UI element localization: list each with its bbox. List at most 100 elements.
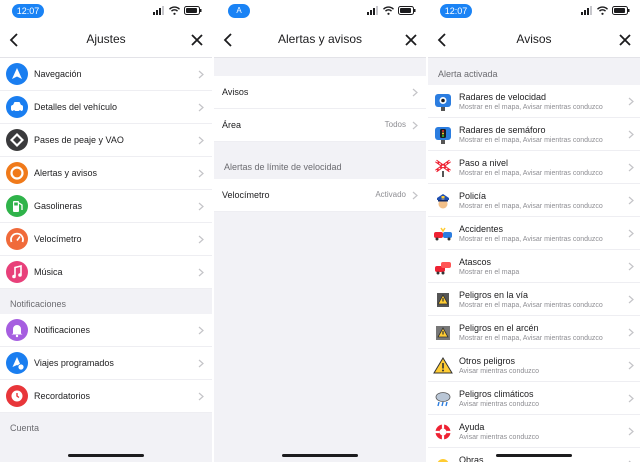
section-header-active: Alerta activada bbox=[438, 69, 498, 79]
row-value: Todos bbox=[384, 120, 406, 129]
car-icon bbox=[6, 96, 28, 118]
signal-icon bbox=[367, 6, 378, 15]
toll-diamond-icon bbox=[6, 129, 28, 151]
nav-bar: Ajustes bbox=[0, 22, 212, 58]
settings-item-alertas-y-avisos[interactable]: Alertas y avisos bbox=[0, 157, 212, 190]
chevron-right-icon bbox=[198, 202, 204, 211]
chevron-right-icon bbox=[412, 191, 418, 200]
status-time: 12:07 bbox=[440, 4, 472, 18]
chevron-right-icon bbox=[628, 163, 634, 172]
settings-item-recordatorios[interactable]: Recordatorios bbox=[0, 380, 212, 413]
wifi-icon bbox=[597, 6, 608, 15]
avisos-row[interactable]: Avisos bbox=[214, 76, 426, 109]
scheduled-trip-icon bbox=[6, 352, 28, 374]
settings-item-pases-de-peaje-y-vao[interactable]: Pases de peaje y VAO bbox=[0, 124, 212, 157]
chevron-right-icon bbox=[628, 130, 634, 139]
alerts-settings-list: Avisos Área Todos Alertas de límite de v… bbox=[214, 58, 426, 462]
speed-camera-icon bbox=[435, 94, 451, 111]
alert-item[interactable]: Otros peligros Avisar mientras conduzco bbox=[428, 349, 640, 382]
alert-item[interactable]: Accidentes Mostrar en el mapa, Avisar mie… bbox=[428, 217, 640, 250]
alert-title: Radares de velocidad bbox=[459, 92, 547, 102]
settings-item-gasolineras[interactable]: Gasolineras bbox=[0, 190, 212, 223]
battery-icon bbox=[398, 6, 416, 15]
alert-item[interactable]: Policía Mostrar en el mapa, Avisar mientr… bbox=[428, 184, 640, 217]
alert-title: Peligros climáticos bbox=[459, 389, 534, 399]
page-title: Ajustes bbox=[86, 32, 126, 46]
chevron-right-icon bbox=[628, 196, 634, 205]
settings-list: Navegación Detalles del vehículo Pases de … bbox=[0, 58, 212, 462]
navigation-arrow-icon bbox=[6, 63, 28, 85]
system-icons bbox=[581, 6, 630, 15]
settings-item-musica[interactable]: Música bbox=[0, 256, 212, 289]
signal-icon bbox=[581, 6, 592, 15]
chevron-right-icon bbox=[198, 326, 204, 335]
alert-subtitle: Avisar mientras conduzco bbox=[459, 368, 540, 375]
alert-title: Ayuda bbox=[459, 422, 485, 432]
status-bar: 12:07 bbox=[0, 0, 212, 22]
alert-item[interactable]: Paso a nivel Mostrar en el mapa, Avisar m… bbox=[428, 151, 640, 184]
alert-subtitle: Mostrar en el mapa, Avisar mientras cond… bbox=[459, 137, 603, 144]
battery-icon bbox=[184, 6, 202, 15]
chevron-right-icon bbox=[198, 359, 204, 368]
home-indicator bbox=[496, 454, 572, 457]
alert-item[interactable]: Radares de velocidad Mostrar en el mapa, … bbox=[428, 85, 640, 118]
settings-item-detalles-del-vehiculo[interactable]: Detalles del vehículo bbox=[0, 91, 212, 124]
alert-title: Obras bbox=[459, 455, 484, 462]
alert-item[interactable]: Atascos Mostrar en el mapa bbox=[428, 250, 640, 283]
wifi-icon bbox=[383, 6, 394, 15]
alert-subtitle: Mostrar en el mapa, Avisar mientras cond… bbox=[459, 104, 603, 111]
alert-title: Policía bbox=[459, 191, 487, 201]
alert-title: Paso a nivel bbox=[459, 158, 509, 168]
alert-title: Peligros en el arcén bbox=[459, 323, 539, 333]
settings-item-velocimetro[interactable]: Velocímetro bbox=[0, 223, 212, 256]
section-header-notifications: Notificaciones bbox=[10, 299, 67, 309]
chevron-right-icon bbox=[628, 394, 634, 403]
alert-title: Otros peligros bbox=[459, 356, 516, 366]
settings-item-label: Detalles del vehículo bbox=[34, 102, 118, 112]
settings-item-label: Alertas y avisos bbox=[34, 168, 98, 178]
speedometer-row[interactable]: Velocímetro Activado bbox=[214, 179, 426, 212]
status-bar: A bbox=[214, 0, 426, 22]
shoulder-hazard-icon bbox=[436, 326, 450, 340]
chevron-right-icon bbox=[198, 103, 204, 112]
alert-circle-icon bbox=[6, 162, 28, 184]
system-icons bbox=[367, 6, 416, 15]
status-bar: 12:07 bbox=[428, 0, 640, 22]
navigation-badge: A bbox=[228, 4, 250, 18]
settings-item-viajes-programados[interactable]: Viajes programados bbox=[0, 347, 212, 380]
page-title: Alertas y avisos bbox=[277, 32, 363, 46]
close-icon[interactable] bbox=[404, 33, 418, 47]
music-note-icon bbox=[6, 261, 28, 283]
home-indicator bbox=[282, 454, 358, 457]
settings-item-navegacion[interactable]: Navegación bbox=[0, 58, 212, 91]
alert-item[interactable]: Ayuda Avisar mientras conduzco bbox=[428, 415, 640, 448]
gas-pump-icon bbox=[6, 195, 28, 217]
chevron-right-icon bbox=[412, 88, 418, 97]
settings-item-label: Viajes programados bbox=[34, 358, 114, 368]
weather-hazard-icon bbox=[435, 392, 451, 407]
alert-subtitle: Avisar mientras conduzco bbox=[459, 434, 540, 441]
settings-item-notificaciones[interactable]: Notificaciones bbox=[0, 314, 212, 347]
reminder-icon bbox=[6, 385, 28, 407]
alert-item[interactable]: Radares de semáforo Mostrar en el mapa, A… bbox=[428, 118, 640, 151]
chevron-right-icon bbox=[412, 121, 418, 130]
nav-bar: Avisos bbox=[428, 22, 640, 58]
close-icon[interactable] bbox=[190, 33, 204, 47]
area-row[interactable]: Área Todos bbox=[214, 109, 426, 142]
traffic-light-camera-icon bbox=[435, 127, 451, 144]
alerts-settings-screen: A Alertas y avisos Avisos Área Todos Ale… bbox=[214, 0, 426, 462]
alert-item[interactable]: Peligros en la vía Mostrar en el mapa, Av… bbox=[428, 283, 640, 316]
row-value: Activado bbox=[375, 190, 406, 199]
traffic-jam-icon bbox=[435, 262, 451, 275]
close-icon[interactable] bbox=[618, 33, 632, 47]
nav-bar: Alertas y avisos bbox=[214, 22, 426, 58]
chevron-right-icon bbox=[628, 262, 634, 271]
alert-item[interactable]: Peligros en el arcén Mostrar en el mapa, … bbox=[428, 316, 640, 349]
alert-subtitle: Avisar mientras conduzco bbox=[459, 401, 540, 408]
alert-subtitle: Mostrar en el mapa, Avisar mientras cond… bbox=[459, 236, 603, 243]
alert-title: Accidentes bbox=[459, 224, 504, 234]
status-time: 12:07 bbox=[12, 4, 44, 18]
wifi-icon bbox=[169, 6, 180, 15]
alert-item[interactable]: Peligros climáticos Avisar mientras condu… bbox=[428, 382, 640, 415]
chevron-right-icon bbox=[198, 235, 204, 244]
